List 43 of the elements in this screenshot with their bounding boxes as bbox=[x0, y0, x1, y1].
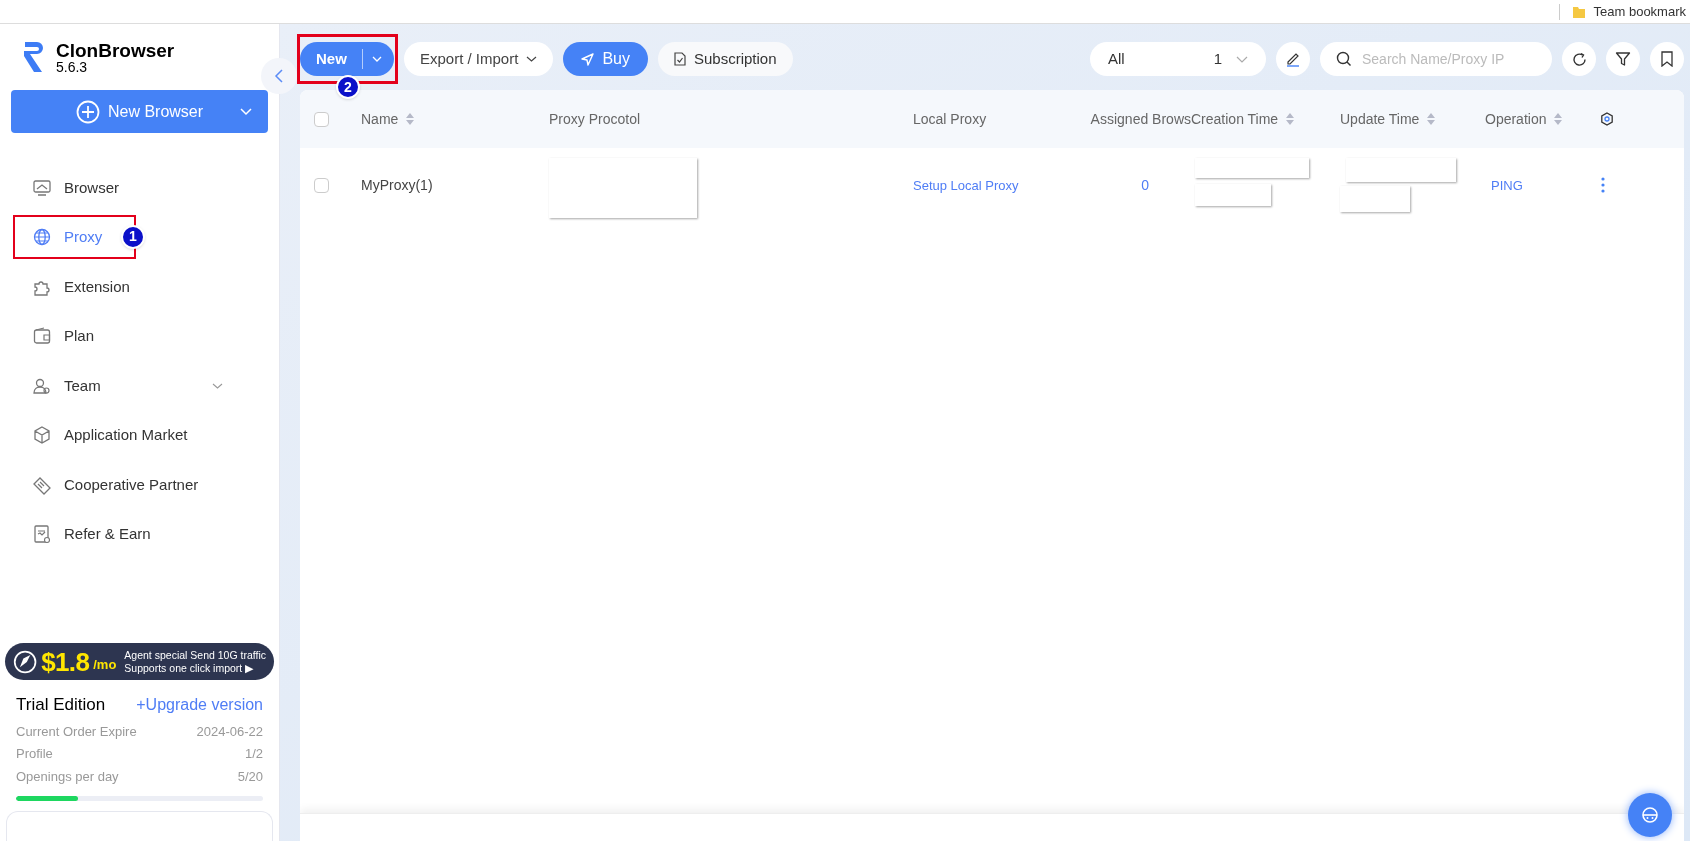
new-browser-button[interactable]: New Browser bbox=[11, 90, 268, 133]
stat-label: Profile bbox=[16, 745, 53, 763]
sidebar-item[interactable]: Team bbox=[0, 361, 279, 411]
upgrade-link[interactable]: +Upgrade version bbox=[136, 692, 263, 717]
stat-label: Openings per day bbox=[16, 767, 119, 786]
sidebar-item[interactable]: Proxy 1 bbox=[0, 212, 279, 262]
promo-text: Supports one click import ▶ bbox=[124, 661, 255, 675]
plan-edition: Trial Edition bbox=[16, 694, 106, 716]
app-name: ClonBrowser bbox=[56, 40, 175, 60]
stat-value: 2024-06-22 bbox=[196, 722, 263, 741]
group-select[interactable]: All 1 bbox=[1090, 42, 1266, 76]
new-button[interactable]: New bbox=[300, 42, 394, 76]
sidebar-item[interactable]: Cooperative Partner bbox=[0, 460, 279, 510]
column-header: Update Time bbox=[1340, 109, 1420, 129]
buy-button[interactable]: Buy bbox=[563, 42, 648, 76]
promo-price: $1.8 bbox=[41, 648, 90, 675]
stat-label: Current Order Expire bbox=[16, 722, 137, 741]
subscription-button[interactable]: Subscription bbox=[657, 42, 793, 76]
column-header: Operation bbox=[1485, 109, 1547, 129]
sidebar-item[interactable]: Application Market bbox=[0, 410, 279, 460]
sidebar-item[interactable]: Plan bbox=[0, 311, 279, 361]
promo-banner[interactable]: $1.8/mo Agent special Send 10G traffic Supports one click import ▶ bbox=[5, 643, 274, 680]
export-import-button[interactable]: Export / Import bbox=[404, 42, 554, 76]
column-header: Assigned Brows bbox=[1090, 109, 1191, 129]
column-header: Local Proxy bbox=[913, 109, 987, 129]
ping-link[interactable]: PING bbox=[1491, 177, 1523, 193]
stat-value: 5/20 bbox=[237, 767, 263, 786]
promo-text: Agent special Send 10G traffic bbox=[124, 648, 266, 662]
app-version: 5.6.3 bbox=[56, 59, 89, 74]
bookmark-item[interactable]: Team bookmark bbox=[1593, 1, 1686, 22]
sidebar-item[interactable]: Refer & Earn bbox=[0, 509, 279, 559]
setup-local-proxy-link[interactable]: Setup Local Proxy bbox=[913, 177, 1019, 193]
assigned-count-link[interactable]: 0 bbox=[1141, 174, 1149, 196]
column-header: Creation Time bbox=[1191, 109, 1279, 129]
search-field[interactable]: Search Name/Proxy IP bbox=[1320, 42, 1552, 76]
annotation-badge: 1 bbox=[121, 224, 145, 249]
column-header: Name bbox=[361, 109, 399, 129]
column-header: Proxy Procotol bbox=[549, 109, 641, 129]
sidebar-item[interactable]: Extension bbox=[0, 262, 279, 312]
sidebar-item[interactable]: Browser bbox=[0, 163, 279, 213]
stat-value: 1/2 bbox=[244, 745, 263, 763]
promo-unit: /mo bbox=[93, 655, 117, 674]
table-cell: MyProxy(1) bbox=[361, 176, 433, 193]
